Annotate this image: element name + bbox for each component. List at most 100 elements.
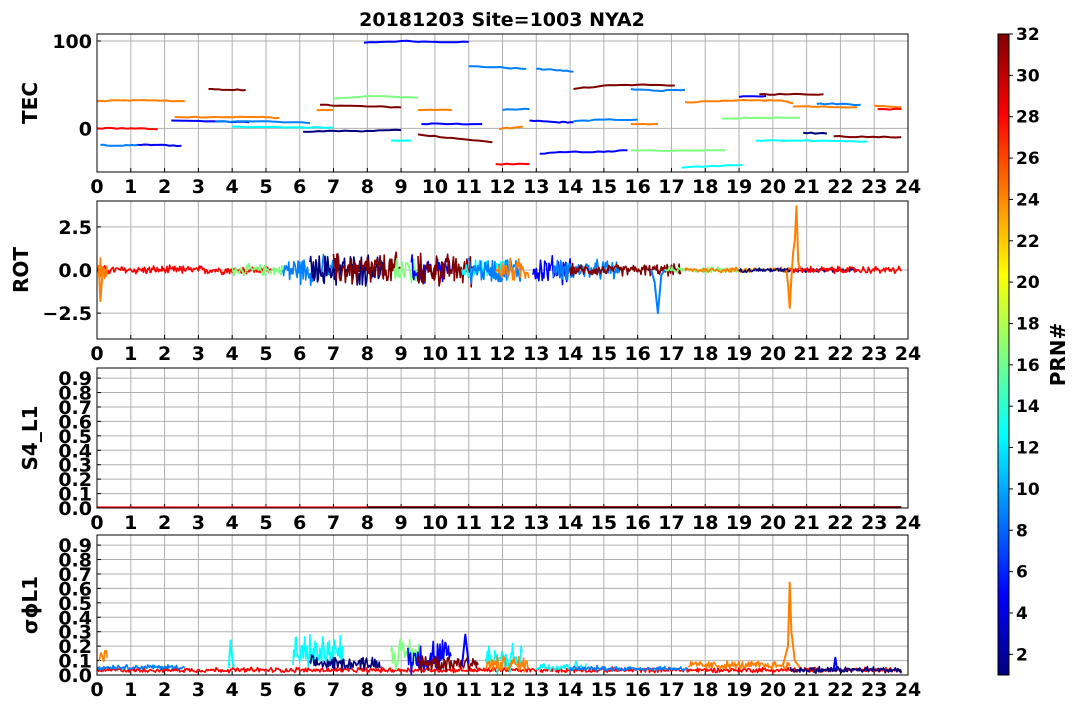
x-tick-label: 8: [361, 176, 374, 198]
x-tick-label: 15: [591, 176, 617, 198]
figure: 20181203 Site=1003 NYA2 0 1 2 3 4 5 6 7 8 9 10 11 12…: [9, 9, 1070, 701]
x-tick-label: 4: [226, 512, 239, 534]
tec-series-line: [100, 143, 138, 147]
colorbar-label: PRN#: [1046, 323, 1070, 387]
x-tick-label: 2: [158, 343, 171, 365]
x-tick-label: 16: [624, 176, 650, 198]
x-tick-label: 3: [192, 512, 205, 534]
tec-series-line: [759, 92, 824, 96]
x-tick-label: 7: [327, 679, 340, 701]
tec-series-line: [803, 131, 828, 135]
x-tick-label: 2: [158, 176, 171, 198]
colorbar-tick-label: 14: [1016, 397, 1040, 417]
x-tick-label: 6: [293, 512, 306, 534]
x-tick-label: 21: [793, 512, 819, 534]
y-axis-label: ROT: [9, 247, 33, 293]
x-tick-label: 13: [523, 679, 549, 701]
x-tick-label: 17: [658, 512, 684, 534]
x-tick-label: 6: [293, 176, 306, 198]
colorbar-tick-label: 22: [1016, 232, 1040, 252]
x-tick-label: 11: [455, 512, 481, 534]
x-tick-label: 18: [692, 176, 718, 198]
x-tick-label: 23: [861, 343, 887, 365]
x-tick-label: 12: [489, 512, 515, 534]
tec-series-line: [232, 125, 334, 129]
colorbar-tick-label: 10: [1016, 480, 1040, 500]
x-tick-label: 1: [124, 679, 137, 701]
x-tick-label: 2: [158, 512, 171, 534]
x-tick-label: 3: [192, 679, 205, 701]
x-tick-label: 8: [361, 679, 374, 701]
x-tick-label: 23: [861, 679, 887, 701]
colorbar-tick-label: 26: [1016, 149, 1040, 169]
colorbar-tick-label: 32: [1016, 25, 1040, 45]
x-tick-label: 24: [895, 679, 921, 701]
x-tick-label: 16: [624, 512, 650, 534]
x-tick-label: 5: [259, 176, 272, 198]
x-tick-label: 8: [361, 343, 374, 365]
figure-title: 20181203 Site=1003 NYA2: [359, 9, 645, 31]
tec-series-line: [316, 108, 334, 112]
x-tick-label: 9: [395, 176, 408, 198]
subplots: 0 1 2 3 4 5 6 7 8 9 10 11 12 13 14 15 16 17 18 19 20 21 22 23 24…: [9, 31, 921, 701]
x-tick-label: 9: [395, 343, 408, 365]
colorbar-tick-label: 6: [1016, 563, 1028, 583]
x-tick-label: 10: [422, 176, 448, 198]
x-tick-label: 3: [192, 176, 205, 198]
tec-series-line: [174, 115, 280, 120]
x-tick-label: 14: [557, 176, 583, 198]
x-tick-label: 19: [726, 176, 752, 198]
x-tick-label: 7: [327, 343, 340, 365]
tec-series-line: [630, 149, 726, 152]
tec-series-line: [877, 107, 902, 111]
x-tick-label: 17: [658, 176, 684, 198]
y-tick-label: 0.0: [58, 260, 92, 282]
x-tick-label: 0: [90, 176, 103, 198]
tec-series-line: [502, 107, 530, 111]
x-tick-label: 14: [557, 343, 583, 365]
x-tick-label: 16: [624, 343, 650, 365]
x-tick-label: 15: [591, 679, 617, 701]
x-tick-label: 13: [523, 176, 549, 198]
x-tick-label: 12: [489, 679, 515, 701]
x-tick-label: 13: [523, 343, 549, 365]
y-tick-label: −2.5: [42, 303, 92, 325]
x-tick-label: 4: [226, 679, 239, 701]
colorbar-tick-label: 12: [1016, 439, 1040, 459]
x-tick-label: 23: [861, 176, 887, 198]
x-tick-label: 1: [124, 343, 137, 365]
colorbar-tick-label: 2: [1016, 645, 1028, 665]
x-tick-label: 0: [90, 343, 103, 365]
x-tick-label: 5: [259, 679, 272, 701]
x-tick-label: 15: [591, 512, 617, 534]
y-tick-label: 2.5: [58, 217, 92, 239]
tec-series-line: [495, 162, 530, 166]
subplot-2: 0 1 2 3 4 5 6 7 8 9 10 11 12 13 14 15 16 17 18 19 20 21 22 23 24…: [9, 200, 921, 365]
subplot-1: 0 1 2 3 4 5 6 7 8 9 10 11 12 13 14 15 16 17 18 19 20 21 22 23 24…: [18, 31, 921, 198]
x-tick-label: 6: [293, 343, 306, 365]
x-tick-label: 11: [455, 176, 481, 198]
x-tick-label: 3: [192, 343, 205, 365]
tec-series-line: [793, 105, 858, 109]
colorbar-tick-label: 8: [1016, 521, 1028, 541]
x-tick-label: 20: [760, 176, 786, 198]
x-tick-label: 1: [124, 176, 137, 198]
y-tick-label: 100: [52, 31, 92, 53]
x-tick-label: 21: [793, 679, 819, 701]
x-tick-label: 14: [557, 679, 583, 701]
x-tick-label: 24: [895, 176, 921, 198]
x-tick-label: 20: [760, 512, 786, 534]
x-tick-label: 22: [827, 512, 853, 534]
x-tick-label: 22: [827, 679, 853, 701]
x-tick-label: 4: [226, 176, 239, 198]
x-tick-label: 18: [692, 512, 718, 534]
x-tick-label: 22: [827, 176, 853, 198]
x-tick-label: 0: [90, 679, 103, 701]
x-tick-label: 21: [793, 176, 819, 198]
colorbar-strip: [997, 33, 1010, 676]
y-axis-label: σϕL1: [18, 576, 42, 634]
x-tick-label: 10: [422, 679, 448, 701]
x-tick-label: 24: [895, 512, 921, 534]
x-tick-label: 2: [158, 679, 171, 701]
x-tick-label: 8: [361, 512, 374, 534]
